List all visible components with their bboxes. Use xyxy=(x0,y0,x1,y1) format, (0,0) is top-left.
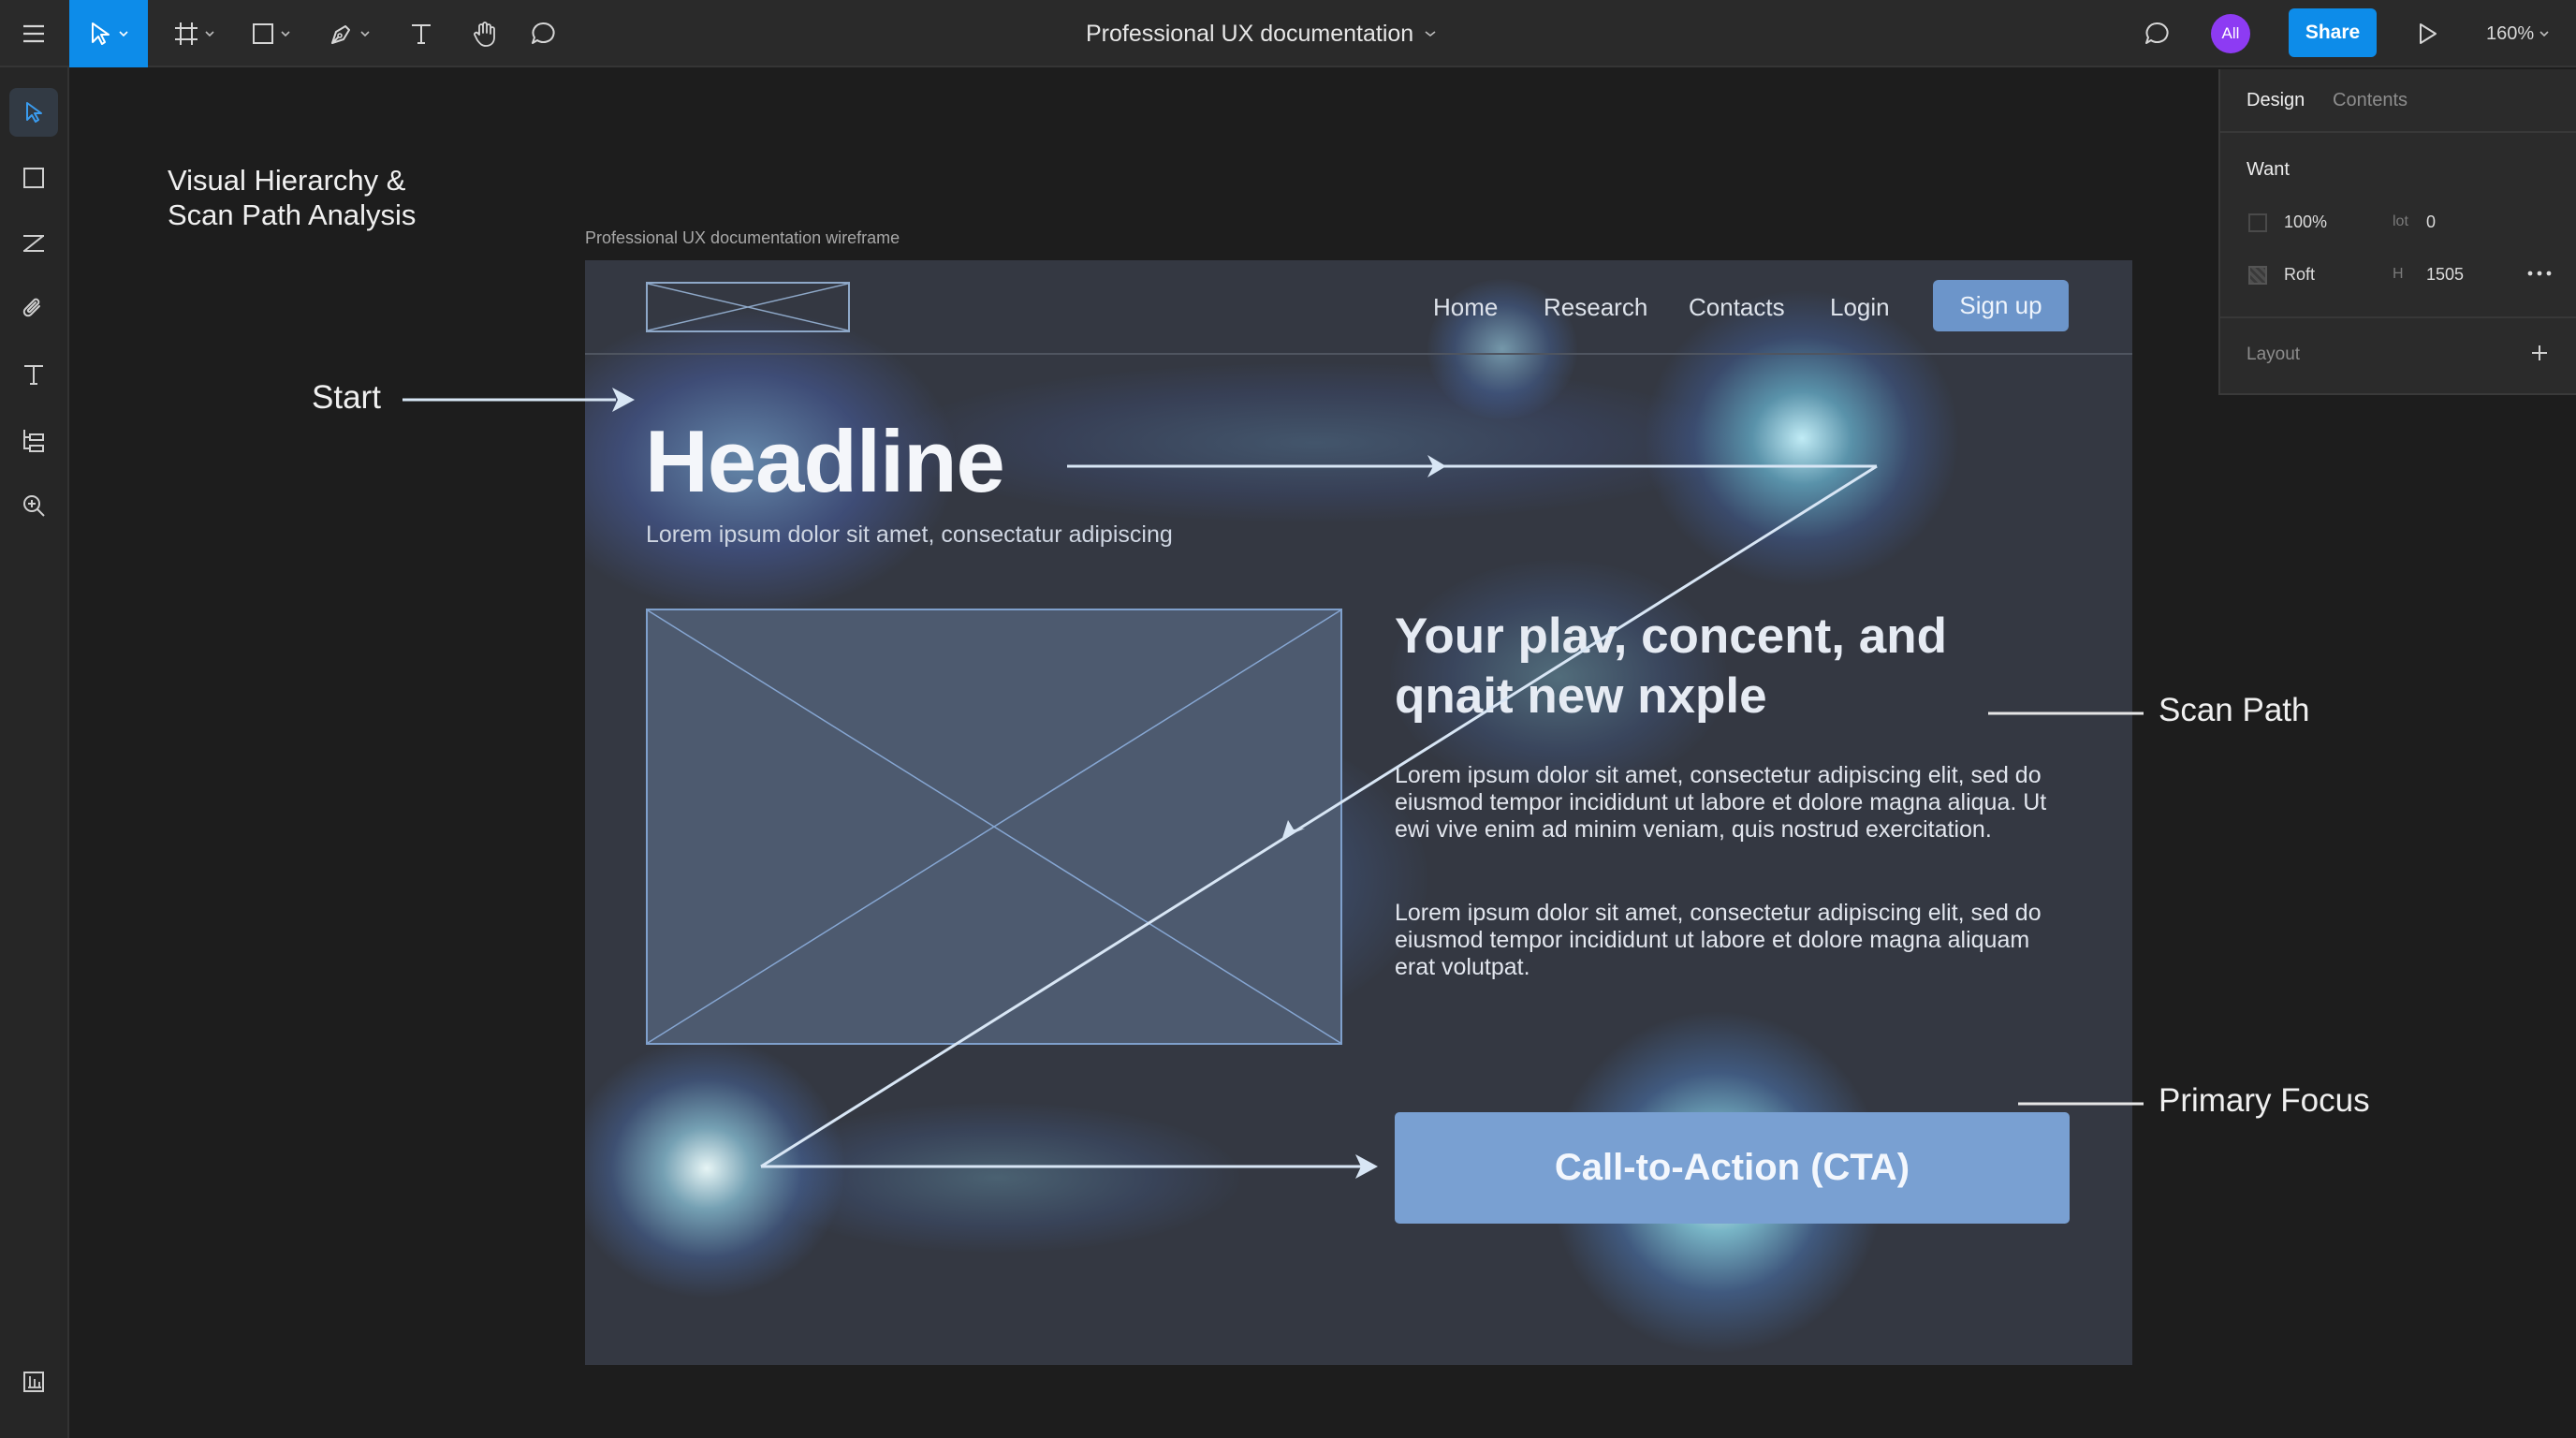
row1-value[interactable]: 100% xyxy=(2284,213,2327,232)
move-tool-icon xyxy=(92,22,110,45)
annotation-scan-path: Scan Path xyxy=(2159,692,2310,728)
text-icon xyxy=(24,365,43,385)
chevron-down-icon xyxy=(1425,31,1436,37)
scan-path-arrow-diagonal xyxy=(1282,820,1305,838)
annotation-primary-focus: Primary Focus xyxy=(2159,1082,2370,1119)
move-tool-button[interactable] xyxy=(69,0,148,67)
annotation-title: Visual Hierarchy & Scan Path Analysis xyxy=(168,164,417,231)
pen-tool-button[interactable] xyxy=(316,0,382,67)
top-toolbar: Professional UX documentation All Share … xyxy=(0,0,2576,67)
panel-divider xyxy=(2220,131,2576,133)
panel-section-title: Want xyxy=(2247,159,2290,180)
layers-icon xyxy=(23,430,44,452)
hand-tool-button[interactable] xyxy=(459,0,511,67)
document-title-text: Professional UX documentation xyxy=(1086,20,1414,47)
line-icon xyxy=(23,235,44,252)
present-play-icon xyxy=(2420,23,2437,44)
panel-divider xyxy=(2220,316,2576,318)
wireframe-frame[interactable]: Home Research Contacts Login Sign up Hea… xyxy=(585,260,2132,1365)
more-options-button[interactable] xyxy=(2525,262,2554,285)
frame-tool-button[interactable] xyxy=(161,0,227,67)
comment-tool-button[interactable] xyxy=(517,0,569,67)
rectangle-tool-icon xyxy=(253,23,273,44)
bottom-panel-button[interactable] xyxy=(9,1357,58,1406)
tab-design[interactable]: Design xyxy=(2247,90,2305,111)
chevron-down-icon xyxy=(205,31,214,37)
comment-tool-icon xyxy=(532,22,555,44)
document-title[interactable]: Professional UX documentation xyxy=(1086,0,1436,67)
chevron-down-icon xyxy=(2539,31,2549,37)
row1-dim-value[interactable]: 0 xyxy=(2426,213,2436,232)
rectangle-icon xyxy=(23,168,44,188)
menu-icon[interactable] xyxy=(0,0,67,67)
chevron-down-icon xyxy=(360,31,370,37)
rectangle-tool-button[interactable] xyxy=(238,0,303,67)
fill-swatch[interactable] xyxy=(2248,266,2267,285)
avatar[interactable]: All xyxy=(2211,14,2250,53)
layout-label: Layout xyxy=(2247,345,2301,364)
text-tool-icon xyxy=(412,24,431,44)
text-button[interactable] xyxy=(9,350,58,399)
more-options-icon xyxy=(2527,271,2552,276)
scan-path-diagonal-line xyxy=(760,464,1878,1168)
cursor-button[interactable] xyxy=(9,88,58,137)
row2-dim-value[interactable]: 1505 xyxy=(2426,265,2464,285)
left-tool-rail xyxy=(0,67,69,1438)
row2-dim-label: H xyxy=(2393,266,2404,282)
attachment-button[interactable] xyxy=(9,285,58,333)
zoom-icon xyxy=(23,495,45,517)
text-tool-button[interactable] xyxy=(395,0,447,67)
hand-tool-icon xyxy=(474,22,495,47)
frame-label[interactable]: Professional UX documentation wireframe xyxy=(585,228,900,248)
canvas[interactable]: Visual Hierarchy & Scan Path Analysis Pr… xyxy=(69,67,2576,1438)
zoom-control[interactable]: 160% xyxy=(2486,0,2549,67)
start-arrow xyxy=(402,388,635,412)
row1-dim-label: lot xyxy=(2393,213,2408,229)
add-layout-button[interactable] xyxy=(2525,339,2554,367)
layers-button[interactable] xyxy=(9,416,58,464)
comments-button[interactable] xyxy=(2132,0,2181,67)
zoom-button[interactable] xyxy=(9,481,58,530)
bottom-panel-icon xyxy=(23,1372,44,1392)
attachment-icon xyxy=(22,298,40,317)
chevron-down-icon xyxy=(119,31,128,37)
zoom-level: 160% xyxy=(2486,22,2535,44)
cursor-icon xyxy=(26,102,42,123)
line-button[interactable] xyxy=(9,219,58,268)
comment-icon xyxy=(2145,22,2169,44)
scan-path-overlay xyxy=(760,455,1878,1179)
chevron-down-icon xyxy=(281,31,290,37)
pen-tool-icon xyxy=(331,25,350,44)
rectangle-button[interactable] xyxy=(9,154,58,202)
tab-contents[interactable]: Contents xyxy=(2333,90,2408,111)
design-panel: Design Contents Want 100% lot 0 Roft H 1… xyxy=(2218,69,2576,395)
opacity-checkbox[interactable] xyxy=(2248,213,2267,232)
frame-tool-icon xyxy=(175,22,198,45)
annotation-start: Start xyxy=(312,379,381,416)
primary-focus-leader-line xyxy=(2018,1102,2144,1106)
present-button[interactable] xyxy=(2404,0,2451,67)
share-button[interactable]: Share xyxy=(2289,8,2377,57)
scan-path-leader-line xyxy=(1988,712,2144,715)
row2-value[interactable]: Roft xyxy=(2284,265,2315,285)
plus-icon xyxy=(2532,345,2547,360)
